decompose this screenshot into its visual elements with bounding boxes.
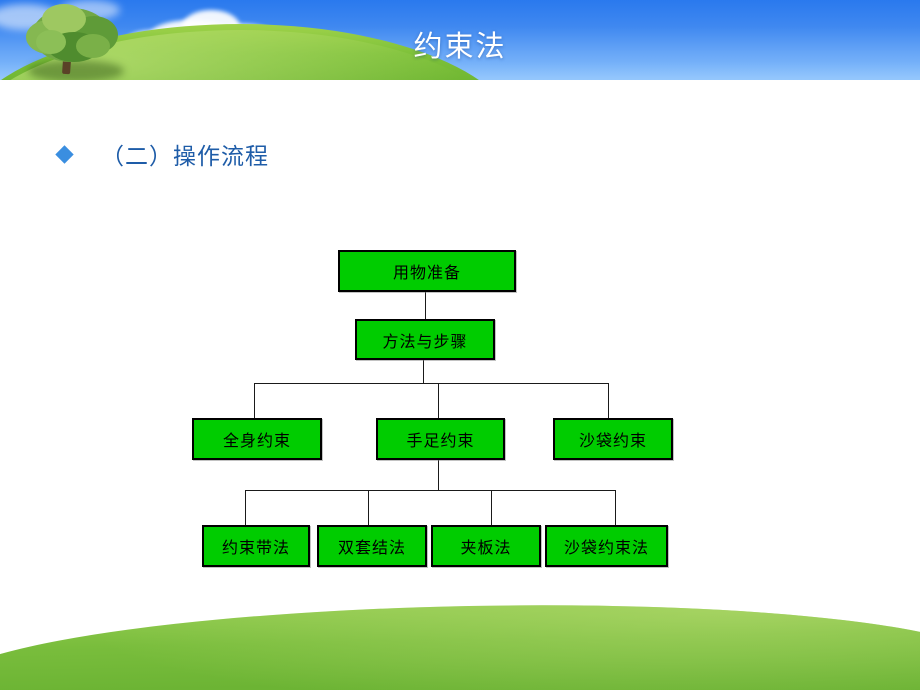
flowchart-connector [368, 490, 369, 525]
flowchart-node-n6: 约束带法 [202, 525, 310, 567]
flowchart-node-n2: 方法与步骤 [355, 319, 495, 360]
flowchart-node-n5: 沙袋约束 [553, 418, 673, 460]
flowchart-node-n7: 双套结法 [317, 525, 427, 567]
flowchart-connector [254, 383, 609, 384]
flowchart-connector [438, 456, 439, 490]
flowchart-node-n9: 沙袋约束法 [545, 525, 668, 567]
presentation-slide: 约束法 （二）操作流程 用物准备 方法与步骤 全身约束 手足约束 沙袋约束 约束带法 双套结… [0, 0, 920, 690]
flowchart-node-n3: 全身约束 [192, 418, 322, 460]
flowchart-connector [615, 490, 616, 525]
flowchart-connector [254, 383, 255, 418]
flowchart-connector [608, 383, 609, 418]
flowchart-connector [245, 490, 246, 525]
process-flowchart: 用物准备方法与步骤全身约束 手足约束 沙袋约束约束带法 双套结法 夹板法 沙袋约束法 [0, 0, 920, 690]
flowchart-node-n4: 手足约束 [376, 418, 505, 460]
flowchart-connector [423, 356, 424, 383]
flowchart-connector [425, 288, 426, 319]
flowchart-connector [491, 490, 492, 525]
flowchart-node-n1: 用物准备 [338, 250, 516, 292]
flowchart-connector [245, 490, 615, 491]
flowchart-node-n8: 夹板法 [431, 525, 541, 567]
flowchart-connector [438, 383, 439, 418]
